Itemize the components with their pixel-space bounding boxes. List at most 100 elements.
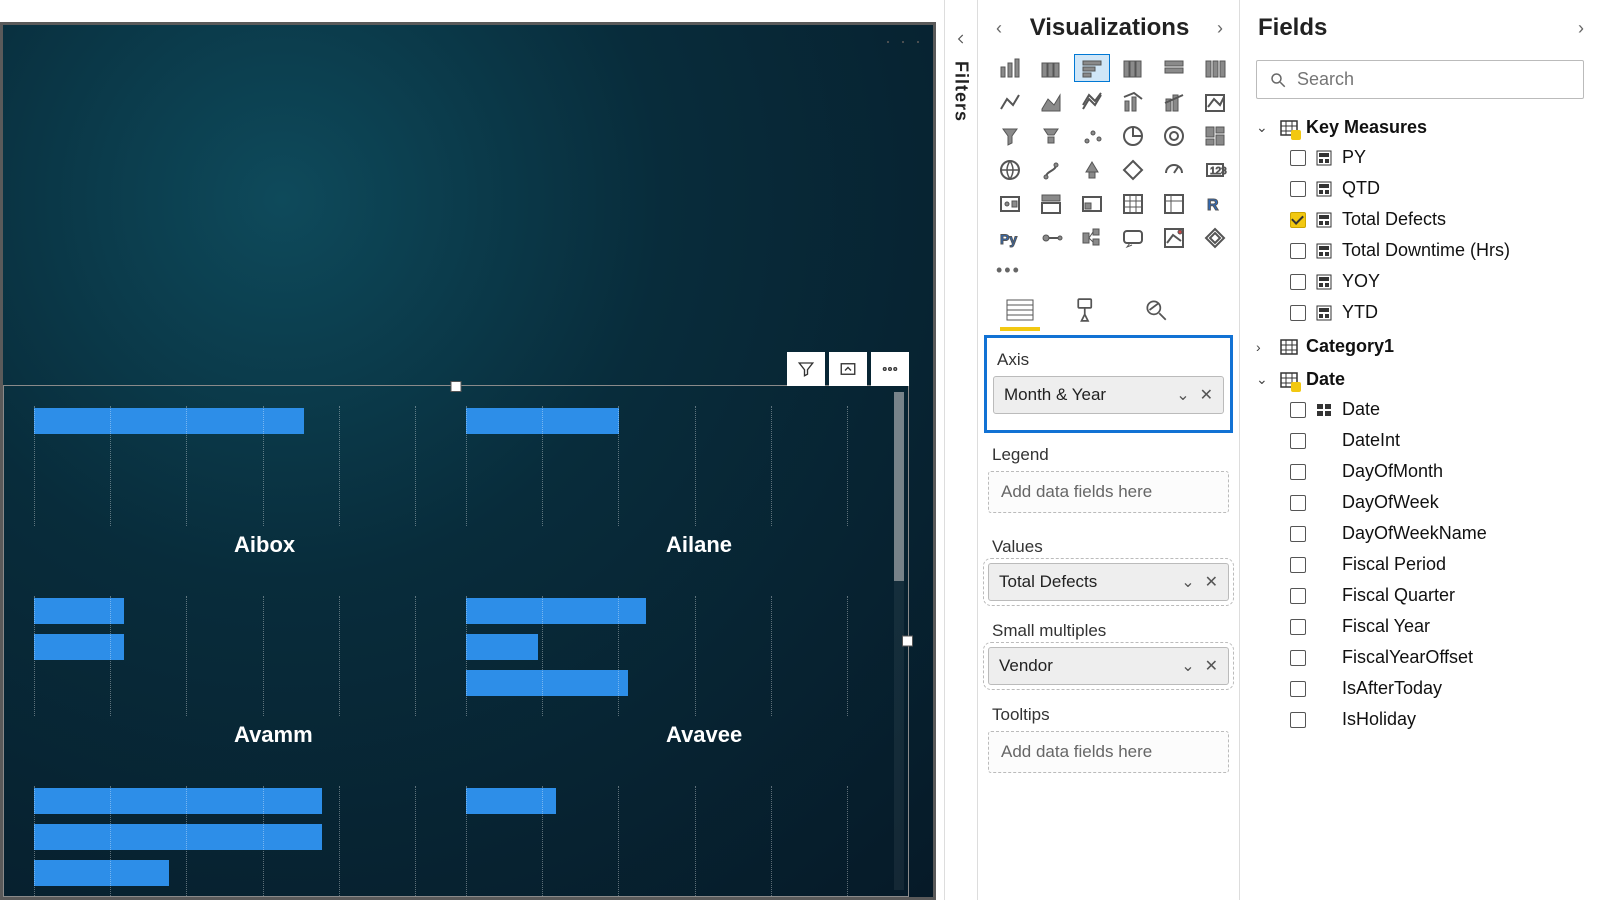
field-checkbox[interactable] <box>1290 402 1306 418</box>
fields-tab-icon[interactable] <box>1000 293 1040 327</box>
viz-type-item[interactable] <box>1074 156 1110 184</box>
table-header[interactable]: ⌄Key Measures <box>1252 113 1588 142</box>
caret-icon[interactable]: ⌄ <box>1256 119 1272 136</box>
viz-type-item[interactable]: Py <box>992 224 1028 252</box>
viz-type-item[interactable] <box>1115 224 1151 252</box>
viz-type-item[interactable] <box>1033 88 1069 116</box>
viz-type-item[interactable] <box>992 122 1028 150</box>
field-checkbox[interactable] <box>1290 712 1306 728</box>
table-header[interactable]: ⌄Date <box>1252 365 1588 394</box>
viz-type-item[interactable] <box>1074 88 1110 116</box>
viz-type-item[interactable] <box>992 156 1028 184</box>
small-multiples-field-pill[interactable]: Vendor ⌄ ✕ <box>988 647 1229 685</box>
viz-type-item[interactable] <box>1197 224 1233 252</box>
viz-type-item[interactable]: 123 <box>1197 156 1233 184</box>
report-canvas[interactable]: · · · AiboxAilaneAvammAvaveeBlognationBl… <box>0 0 944 900</box>
field-row[interactable]: YTD <box>1252 297 1588 328</box>
viz-type-item[interactable] <box>992 54 1028 82</box>
caret-icon[interactable]: › <box>1256 339 1272 355</box>
more-options-icon[interactable] <box>871 352 909 386</box>
field-checkbox[interactable] <box>1290 650 1306 666</box>
viz-type-item[interactable] <box>1156 122 1192 150</box>
field-row[interactable]: DayOfMonth <box>1252 456 1588 487</box>
viz-type-item[interactable] <box>1033 190 1069 218</box>
viz-type-item[interactable] <box>1033 224 1069 252</box>
field-row[interactable]: Total Defects <box>1252 204 1588 235</box>
legend-drop-target[interactable]: Add data fields here <box>988 471 1229 513</box>
expand-filters-icon[interactable] <box>954 32 968 51</box>
collapse-viz-icon[interactable]: ‹ <box>996 18 1002 39</box>
field-checkbox[interactable] <box>1290 681 1306 697</box>
gallery-more-icon[interactable]: ••• <box>978 260 1239 285</box>
analytics-tab-icon[interactable] <box>1136 293 1176 327</box>
tooltips-drop-target[interactable]: Add data fields here <box>988 731 1229 773</box>
field-checkbox[interactable] <box>1290 305 1306 321</box>
viz-type-item[interactable] <box>1156 54 1192 82</box>
chevron-down-icon[interactable]: ⌄ <box>1181 656 1194 676</box>
field-row[interactable]: DateInt <box>1252 425 1588 456</box>
field-row[interactable]: IsAfterToday <box>1252 673 1588 704</box>
viz-type-item[interactable] <box>1074 54 1110 82</box>
axis-field-pill[interactable]: Month & Year ⌄ ✕ <box>993 376 1224 414</box>
field-checkbox[interactable] <box>1290 557 1306 573</box>
viz-type-item[interactable] <box>1115 54 1151 82</box>
viz-type-item[interactable] <box>1156 156 1192 184</box>
field-row[interactable]: PY <box>1252 142 1588 173</box>
viz-type-item[interactable] <box>1033 122 1069 150</box>
viz-type-item[interactable] <box>1074 224 1110 252</box>
field-row[interactable]: QTD <box>1252 173 1588 204</box>
field-row[interactable]: Total Downtime (Hrs) <box>1252 235 1588 266</box>
field-checkbox[interactable] <box>1290 588 1306 604</box>
filters-pane-collapsed[interactable]: Filters <box>944 0 978 900</box>
chevron-down-icon[interactable]: ⌄ <box>1176 385 1189 405</box>
viz-type-item[interactable] <box>1033 54 1069 82</box>
viz-type-item[interactable] <box>1197 54 1233 82</box>
viz-type-item[interactable] <box>992 190 1028 218</box>
field-row[interactable]: Fiscal Period <box>1252 549 1588 580</box>
table-header[interactable]: ›Category1 <box>1252 332 1588 361</box>
field-row[interactable]: IsHoliday <box>1252 704 1588 735</box>
field-checkbox[interactable] <box>1290 464 1306 480</box>
small-multiples-visual[interactable]: AiboxAilaneAvammAvaveeBlognationBlogpad <box>3 385 909 897</box>
field-checkbox[interactable] <box>1290 619 1306 635</box>
viz-type-item[interactable] <box>1156 88 1192 116</box>
field-row[interactable]: DayOfWeek <box>1252 487 1588 518</box>
remove-field-icon[interactable]: ✕ <box>1205 572 1218 592</box>
viz-type-item[interactable] <box>1115 190 1151 218</box>
field-checkbox[interactable] <box>1290 181 1306 197</box>
field-row[interactable]: YOY <box>1252 266 1588 297</box>
viz-type-item[interactable] <box>1074 122 1110 150</box>
canvas-options-icon[interactable]: · · · <box>885 31 923 52</box>
search-input[interactable] <box>1297 69 1571 90</box>
viz-type-item[interactable] <box>1115 122 1151 150</box>
field-checkbox[interactable] <box>1290 433 1306 449</box>
chevron-down-icon[interactable]: ⌄ <box>1181 572 1194 592</box>
viz-type-item[interactable]: R <box>1197 190 1233 218</box>
viz-type-item[interactable] <box>1156 190 1192 218</box>
viz-type-item[interactable] <box>1115 156 1151 184</box>
field-checkbox[interactable] <box>1290 243 1306 259</box>
caret-icon[interactable]: ⌄ <box>1256 371 1272 388</box>
field-checkbox[interactable] <box>1290 274 1306 290</box>
visual-scrollbar[interactable] <box>894 392 904 890</box>
viz-type-item[interactable] <box>1156 224 1192 252</box>
filter-icon[interactable] <box>787 352 825 386</box>
field-row[interactable]: Fiscal Quarter <box>1252 580 1588 611</box>
expand-fields-icon[interactable]: › <box>1578 18 1584 39</box>
viz-type-item[interactable] <box>1197 88 1233 116</box>
remove-field-icon[interactable]: ✕ <box>1200 385 1213 405</box>
format-tab-icon[interactable] <box>1068 293 1108 327</box>
field-checkbox[interactable] <box>1290 495 1306 511</box>
field-checkbox[interactable] <box>1290 526 1306 542</box>
focus-mode-icon[interactable] <box>829 352 867 386</box>
remove-field-icon[interactable]: ✕ <box>1205 656 1218 676</box>
viz-type-item[interactable] <box>1074 190 1110 218</box>
expand-viz-icon[interactable]: › <box>1217 18 1223 39</box>
scrollbar-thumb[interactable] <box>894 392 904 581</box>
field-row[interactable]: FiscalYearOffset <box>1252 642 1588 673</box>
viz-type-item[interactable] <box>1033 156 1069 184</box>
field-row[interactable]: DayOfWeekName <box>1252 518 1588 549</box>
field-row[interactable]: Fiscal Year <box>1252 611 1588 642</box>
field-row[interactable]: Date <box>1252 394 1588 425</box>
values-field-pill[interactable]: Total Defects ⌄ ✕ <box>988 563 1229 601</box>
